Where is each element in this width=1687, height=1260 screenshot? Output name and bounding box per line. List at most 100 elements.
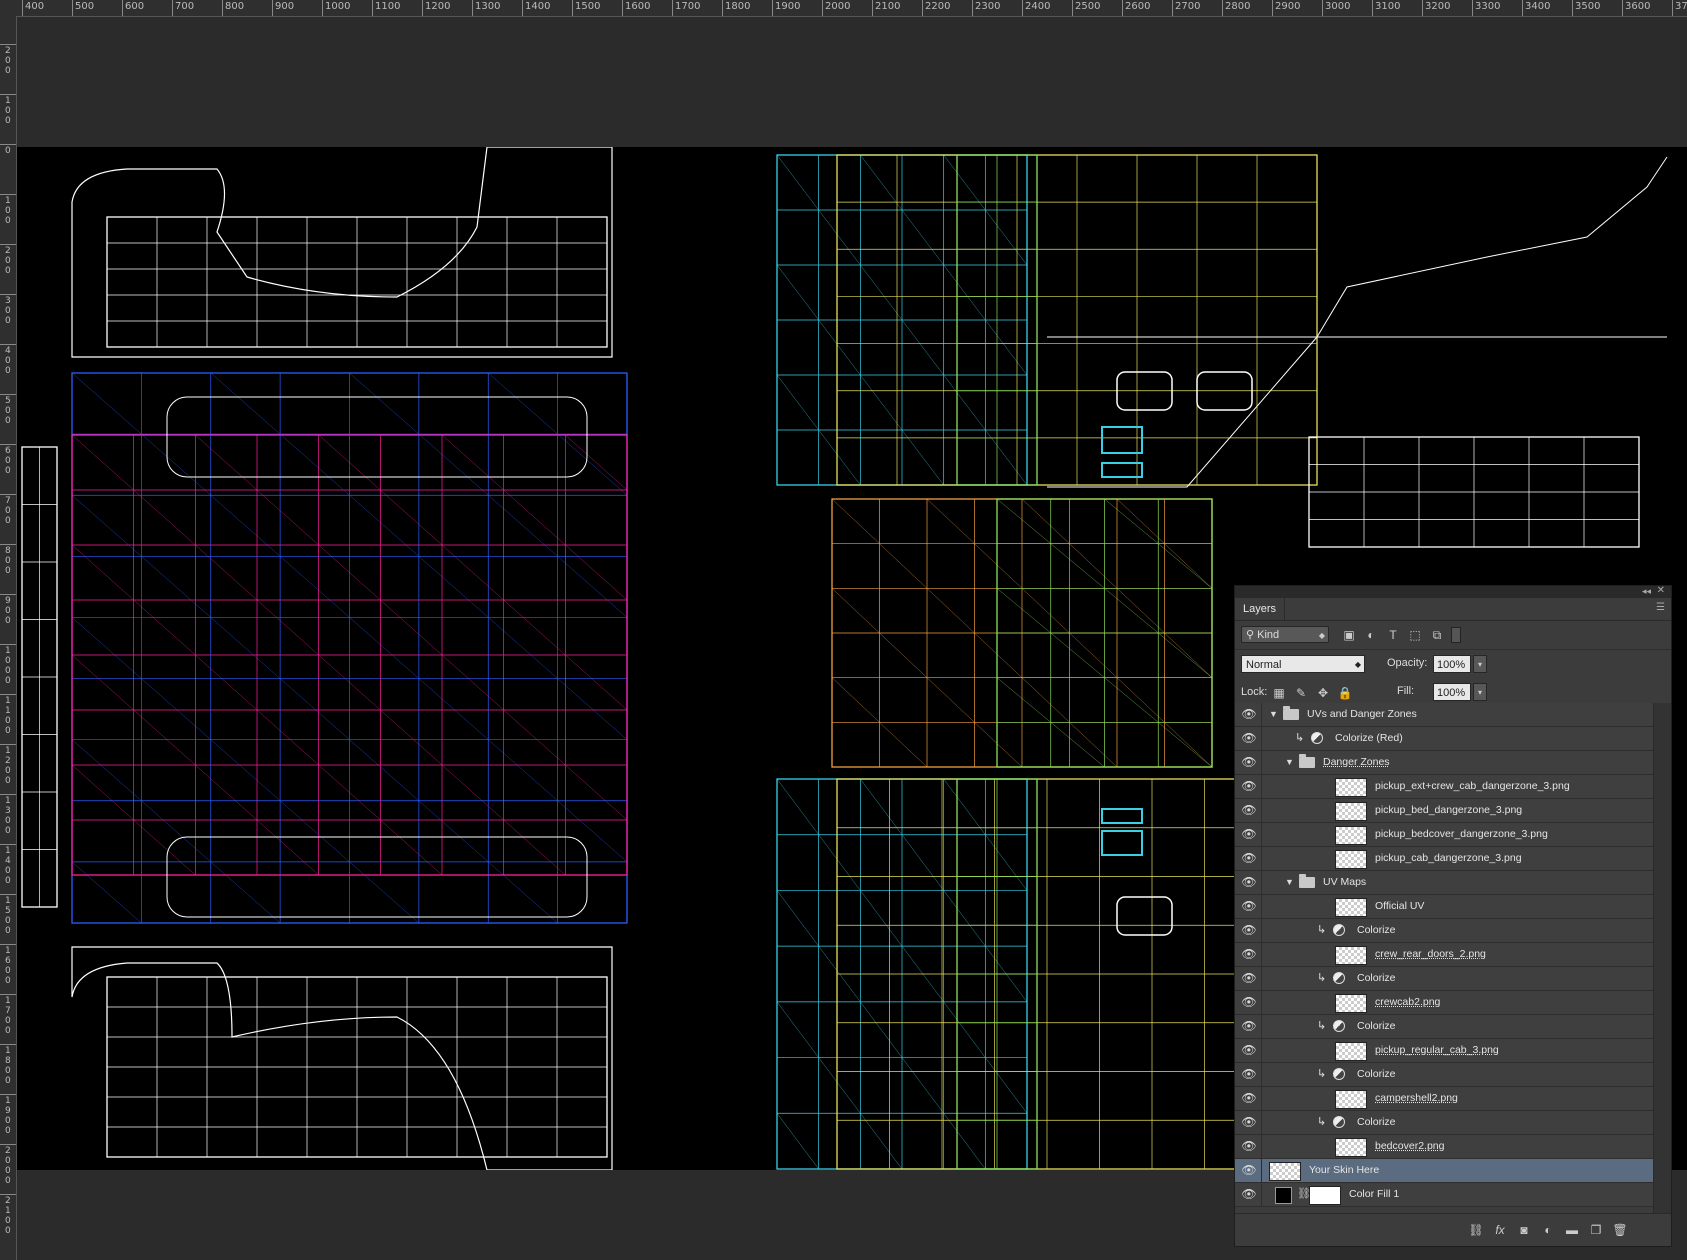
- layer-mask-thumbnail[interactable]: [1309, 1186, 1341, 1205]
- filter-smart-objects-icon[interactable]: ⧉: [1429, 627, 1445, 643]
- visibility-eye-icon[interactable]: 👁: [1239, 1183, 1259, 1206]
- ruler-tick: 2900: [1272, 0, 1300, 16]
- layer-row[interactable]: 👁 Official UV: [1235, 895, 1653, 919]
- layer-row[interactable]: 👁 ↳ Colorize: [1235, 1063, 1653, 1087]
- bed-magenta-diag: [71, 434, 134, 491]
- layer-row[interactable]: 👁 pickup_cab_dangerzone_3.png: [1235, 847, 1653, 871]
- visibility-eye-icon[interactable]: 👁: [1239, 1063, 1259, 1086]
- visibility-eye-icon[interactable]: 👁: [1239, 1135, 1259, 1158]
- visibility-eye-icon[interactable]: 👁: [1239, 1159, 1259, 1182]
- bed-magenta-diag: [503, 599, 566, 656]
- layer-row[interactable]: 👁 pickup_bed_dangerzone_3.png: [1235, 799, 1653, 823]
- layer-row[interactable]: 👁 ↳ Colorize: [1235, 967, 1653, 991]
- visibility-eye-icon[interactable]: 👁: [1239, 943, 1259, 966]
- visibility-eye-icon[interactable]: 👁: [1239, 919, 1259, 942]
- roof-orange-diag: [926, 498, 975, 544]
- visibility-eye-icon[interactable]: 👁: [1239, 751, 1259, 774]
- filter-shape-layers-icon[interactable]: ⬚: [1407, 627, 1423, 643]
- roof-orange-diag: [974, 632, 1023, 678]
- bed-blue-diag: [141, 800, 211, 863]
- bed-blue-diag: [557, 433, 628, 496]
- layer-row[interactable]: 👁 Your Skin Here: [1235, 1159, 1653, 1183]
- new-layer-icon[interactable]: ❐: [1587, 1222, 1605, 1238]
- layer-row[interactable]: 👁 ↳ Colorize: [1235, 1111, 1653, 1135]
- visibility-eye-icon[interactable]: 👁: [1239, 1087, 1259, 1110]
- bed-blue-diag: [418, 433, 489, 496]
- layer-row[interactable]: 👁 ↳ Colorize (Red): [1235, 727, 1653, 751]
- ruler-tick-label: 2400: [1025, 1, 1051, 12]
- panel-menu-icon[interactable]: ☰: [1656, 602, 1665, 613]
- expand-triangle-icon[interactable]: ▼: [1285, 871, 1294, 894]
- new-adjustment-layer-icon[interactable]: ◐: [1539, 1222, 1557, 1238]
- visibility-eye-icon[interactable]: 👁: [1239, 967, 1259, 990]
- ruler-tick: 2000: [0, 1144, 16, 1186]
- layer-row[interactable]: 👁 ▼ UVs and Danger Zones: [1235, 703, 1653, 727]
- filter-pixel-layers-icon[interactable]: ▣: [1341, 627, 1357, 643]
- opacity-input[interactable]: 100%: [1433, 655, 1471, 673]
- visibility-eye-icon[interactable]: 👁: [1239, 799, 1259, 822]
- tab-layers[interactable]: Layers: [1235, 598, 1286, 620]
- visibility-eye-icon[interactable]: 👁: [1239, 823, 1259, 846]
- filter-adjustment-layers-icon[interactable]: ◐: [1363, 627, 1379, 643]
- layer-thumbnail: [1335, 802, 1367, 821]
- cab-upper-cyan-diag: [901, 429, 944, 486]
- visibility-eye-icon[interactable]: 👁: [1239, 991, 1259, 1014]
- collapse-panel-icon[interactable]: ◂◂: [1642, 586, 1651, 597]
- close-panel-icon[interactable]: ✕: [1657, 585, 1665, 596]
- visibility-eye-icon[interactable]: 👁: [1239, 1111, 1259, 1134]
- expand-triangle-icon[interactable]: ▼: [1269, 703, 1278, 726]
- expand-triangle-icon[interactable]: ▼: [1285, 751, 1294, 774]
- fill-color-swatch[interactable]: [1275, 1187, 1292, 1204]
- visibility-eye-icon[interactable]: 👁: [1239, 775, 1259, 798]
- delete-layer-icon[interactable]: 🗑: [1611, 1222, 1629, 1238]
- link-layers-icon[interactable]: ⛓: [1467, 1222, 1485, 1238]
- opacity-slider-dropdown[interactable]: ▾: [1473, 655, 1487, 673]
- layer-row[interactable]: 👁 pickup_bedcover_dangerzone_3.png: [1235, 823, 1653, 847]
- layer-row[interactable]: 👁 campershell2.png: [1235, 1087, 1653, 1111]
- layer-row[interactable]: 👁 ▼ UV Maps: [1235, 871, 1653, 895]
- visibility-eye-icon[interactable]: 👁: [1239, 1039, 1259, 1062]
- bed-magenta-diag: [503, 709, 566, 766]
- bed-magenta-diag: [195, 654, 258, 711]
- visibility-eye-icon[interactable]: 👁: [1239, 1015, 1259, 1038]
- panel-titlebar[interactable]: ◂◂ ✕: [1235, 585, 1671, 598]
- bed-blue-diag: [418, 556, 489, 618]
- visibility-eye-icon[interactable]: 👁: [1239, 871, 1259, 894]
- new-group-icon[interactable]: ▬: [1563, 1222, 1581, 1238]
- layer-row[interactable]: 👁 pickup_regular_cab_3.png: [1235, 1039, 1653, 1063]
- layer-row[interactable]: 👁 ↳ Colorize: [1235, 1015, 1653, 1039]
- lock-transparent-pixels-icon[interactable]: ▦: [1271, 685, 1287, 701]
- layer-row[interactable]: 👁 ▼ Danger Zones: [1235, 751, 1653, 775]
- filter-toggle-switch[interactable]: [1451, 627, 1461, 643]
- layer-row[interactable]: 👁 ↳ Colorize: [1235, 919, 1653, 943]
- ruler-tick-label: 800: [225, 1, 245, 12]
- visibility-eye-icon[interactable]: 👁: [1239, 895, 1259, 918]
- ruler-tick-label: 2900: [1275, 1, 1301, 12]
- visibility-eye-icon[interactable]: 👁: [1239, 847, 1259, 870]
- layer-filter-kind-select[interactable]: ⚲ Kind ◆: [1241, 626, 1329, 643]
- layer-style-fx-icon[interactable]: fx: [1491, 1222, 1509, 1238]
- roof-green-diag: [1050, 632, 1105, 678]
- layer-row[interactable]: 👁 ⛓ Color Fill 1: [1235, 1183, 1653, 1207]
- visibility-eye-icon[interactable]: 👁: [1239, 703, 1259, 726]
- layer-row[interactable]: 👁 bedcover2.png: [1235, 1135, 1653, 1159]
- ruler-tick-label: 2500: [1075, 1, 1101, 12]
- layer-row[interactable]: 👁 pickup_ext+crew_cab_dangerzone_3.png: [1235, 775, 1653, 799]
- fill-input[interactable]: 100%: [1433, 683, 1471, 701]
- fill-slider-dropdown[interactable]: ▾: [1473, 683, 1487, 701]
- layer-row[interactable]: 👁 crewcab2.png: [1235, 991, 1653, 1015]
- roof-orange-diag: [1164, 543, 1213, 589]
- layer-list[interactable]: 👁 ▼ UVs and Danger Zones 👁 ↳ Colorize (Red) 👁 ▼…: [1235, 703, 1653, 1213]
- ruler-tick: 1400: [0, 844, 16, 886]
- lock-image-pixels-icon[interactable]: ✎: [1293, 685, 1309, 701]
- filter-type-layers-icon[interactable]: T: [1385, 627, 1401, 643]
- layers-panel[interactable]: ◂◂ ✕ Layers ☰ ⚲ Kind ◆ ▣ ◐ T ⬚ ⧉ Normal ◆ …: [1234, 585, 1672, 1247]
- add-mask-icon[interactable]: ◙: [1515, 1222, 1533, 1238]
- layer-name: Colorize: [1357, 972, 1396, 984]
- lock-all-icon[interactable]: 🔒: [1337, 685, 1353, 701]
- layer-row[interactable]: 👁 crew_rear_doors_2.png: [1235, 943, 1653, 967]
- lock-position-icon[interactable]: ✥: [1315, 685, 1331, 701]
- visibility-eye-icon[interactable]: 👁: [1239, 727, 1259, 750]
- blend-mode-select[interactable]: Normal ◆: [1241, 655, 1365, 673]
- layer-list-scrollbar[interactable]: [1653, 703, 1671, 1213]
